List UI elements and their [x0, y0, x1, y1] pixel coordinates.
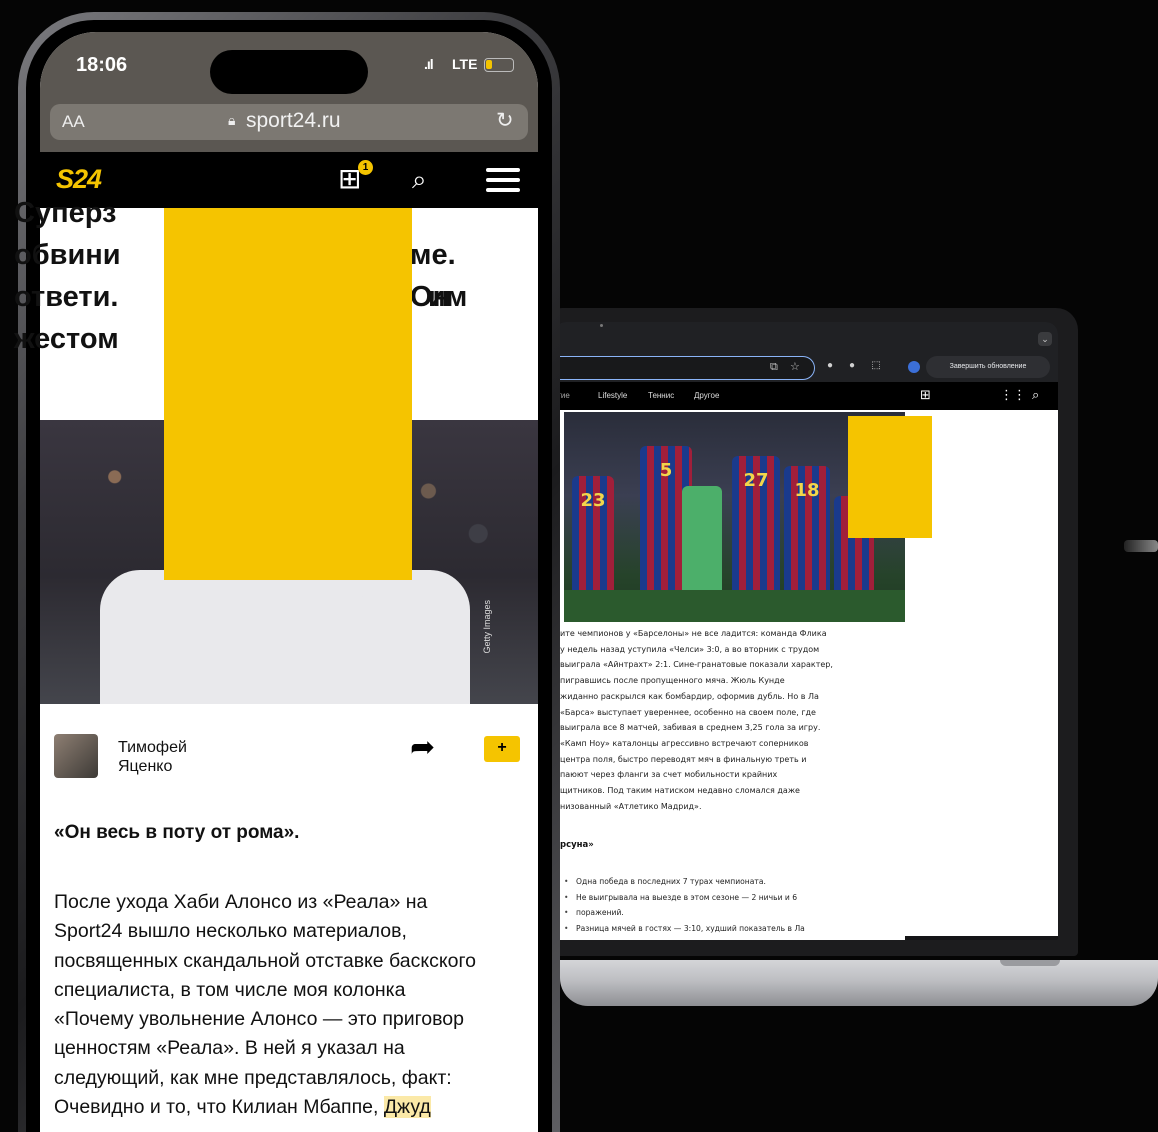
player — [360, 570, 470, 704]
redaction-block — [848, 416, 932, 538]
player: 18 — [784, 466, 830, 596]
address-bar[interactable]: ⧉ ☆ — [554, 356, 815, 380]
nav-item-other[interactable]: Другое — [694, 391, 719, 400]
laptop-edge — [1124, 540, 1158, 552]
text-line: «Барса» выступает увереннее, особенно на… — [560, 707, 816, 717]
pitch — [564, 590, 905, 622]
star-icon[interactable]: ☆ — [790, 360, 800, 374]
text-line: щитников. Под таким натиском недавно сло… — [560, 786, 800, 796]
text-line: выиграла «Айнтрахт» 2:1. Сине-гранатовые… — [560, 660, 833, 670]
list-item: Не выигрывала на выезде в этом сезоне — … — [564, 890, 884, 906]
url-bar[interactable]: AA 🔒︎ sport24.ru ↻ — [50, 104, 528, 140]
goalkeeper — [682, 486, 722, 596]
text-line: специалиста, в том числе моя колонка — [54, 978, 406, 1001]
status-time: 18:06 — [76, 54, 128, 76]
puzzle-icon[interactable]: ⬚ — [870, 360, 882, 372]
laptop-screen: ⌄ ⧉ ☆ ● ● ⬚ Завершить обновление гие Lif… — [554, 322, 1058, 940]
laptop-notch — [1000, 960, 1060, 966]
battery-level — [486, 60, 492, 69]
laptop-stat-list: Одна победа в последних 7 турах чемпиона… — [564, 874, 884, 936]
photo-credit: Getty Images — [482, 600, 492, 654]
headline-line: ответи. — [14, 281, 119, 313]
notification-badge: 1 — [358, 160, 373, 175]
reload-icon[interactable]: ↻ — [496, 108, 514, 133]
list-item: Одна победа в последних 7 турах чемпиона… — [564, 874, 884, 890]
redaction-block — [164, 208, 412, 580]
reader-button[interactable]: AA — [62, 112, 85, 132]
text-line: После ухода Хаби Алонсо из «Реала» на — [54, 891, 428, 913]
site-logo[interactable]: S24 — [56, 164, 102, 195]
url-text[interactable]: sport24.ru — [246, 109, 341, 133]
jersey-number: 23 — [580, 490, 606, 511]
profile-avatar[interactable] — [908, 361, 920, 373]
search-icon[interactable]: ⌕ — [1032, 387, 1039, 403]
author-last-name: Яценко — [118, 758, 173, 775]
highlighted-text[interactable]: Джуд — [383, 1096, 431, 1119]
headline-line: Суперз — [14, 197, 117, 229]
site-nav: гие Lifestyle Теннис Другое ⊞ ⋮⋮ ⌕ — [554, 382, 1058, 410]
text-line: выиграла все 8 матчей, забивая в среднем… — [560, 723, 821, 733]
text-line: пигравшись после пропущенного мяча. Жюль… — [560, 676, 785, 686]
extension-icon[interactable]: ● — [824, 360, 836, 372]
text-line: жиданно раскрылся как бомбардир, оформив… — [560, 691, 819, 701]
comment-button[interactable]: + — [484, 736, 520, 762]
network-type: LTE — [452, 56, 478, 72]
text-line: центра поля, быстро переводят мяч в фина… — [560, 754, 807, 764]
laptop-subheading: рсуна» — [560, 840, 594, 850]
author-name[interactable]: Тимофей Яценко — [118, 738, 228, 776]
player: 23 — [572, 476, 614, 596]
article-body: После ухода Хаби Алонсо из «Реала» на Sp… — [54, 888, 534, 1122]
text-line: у недель назад уступила «Челси» 3:0, а в… — [560, 644, 820, 654]
tab-search-icon[interactable]: ⌄ — [1038, 332, 1052, 346]
status-bar: 18:06 .ıl LTE AA 🔒︎ sport24.ru ↻ — [40, 32, 538, 152]
nav-item-tennis[interactable]: Теннис — [648, 391, 674, 400]
share-icon[interactable]: ➦ — [410, 730, 435, 765]
text-line: Sport24 вышло несколько материалов, — [54, 920, 407, 943]
author-avatar[interactable] — [54, 734, 98, 778]
dynamic-island — [210, 50, 368, 94]
text-line: Очевидно и то, что Килиан Мбаппе, — [54, 1096, 379, 1119]
gift-icon[interactable]: ⊞ — [920, 387, 931, 403]
update-button[interactable]: Завершить обновление — [926, 356, 1050, 378]
author-first-name: Тимофей — [118, 739, 187, 756]
extension-icon[interactable]: ● — [846, 360, 858, 372]
grid-icon[interactable]: ⋮⋮ — [1000, 387, 1026, 403]
text-line: ите чемпионов у «Барселоны» не все ладит… — [560, 629, 827, 638]
text-line: следующий, как мне представлялось, факт: — [54, 1066, 452, 1089]
jersey-number: 27 — [743, 470, 769, 491]
text-line: посвященных скандальной отставке баскско… — [54, 949, 477, 972]
list-item: Разница мячей в гостях — 3:10, худший по… — [564, 921, 884, 937]
signal-icon: .ıl — [424, 56, 434, 72]
text-line: низованный «Атлетико Мадрид». — [560, 801, 702, 811]
headline-line: жестом — [14, 323, 119, 355]
jersey-number: 5 — [659, 460, 673, 481]
text-line: ценностям «Реала». В ней я указал на — [54, 1037, 405, 1060]
text-line: «Почему увольнение Алонсо — это приговор — [54, 1008, 464, 1031]
text-line: «Камп Ноу» каталонцы агрессивно встречаю… — [560, 738, 809, 748]
list-item-continued: поражений. — [564, 905, 884, 921]
laptop-base — [560, 960, 1158, 1006]
jersey-number: 18 — [794, 480, 820, 501]
cast-icon[interactable]: ⧉ — [770, 360, 778, 374]
player: 27 — [732, 456, 780, 596]
headline-line: им — [428, 281, 468, 313]
article-subheading: «Он весь в поту от рома». — [54, 822, 300, 843]
text-line: паюют через фланги за счет мобильности к… — [560, 770, 778, 780]
laptop-article-text: ите чемпионов у «Барселоны» не все ладит… — [560, 626, 900, 814]
nav-item-lifestyle[interactable]: Lifestyle — [598, 391, 627, 400]
window-dot — [600, 324, 603, 327]
lock-icon: 🔒︎ — [228, 112, 236, 128]
headline-line: обвини — [14, 239, 121, 271]
